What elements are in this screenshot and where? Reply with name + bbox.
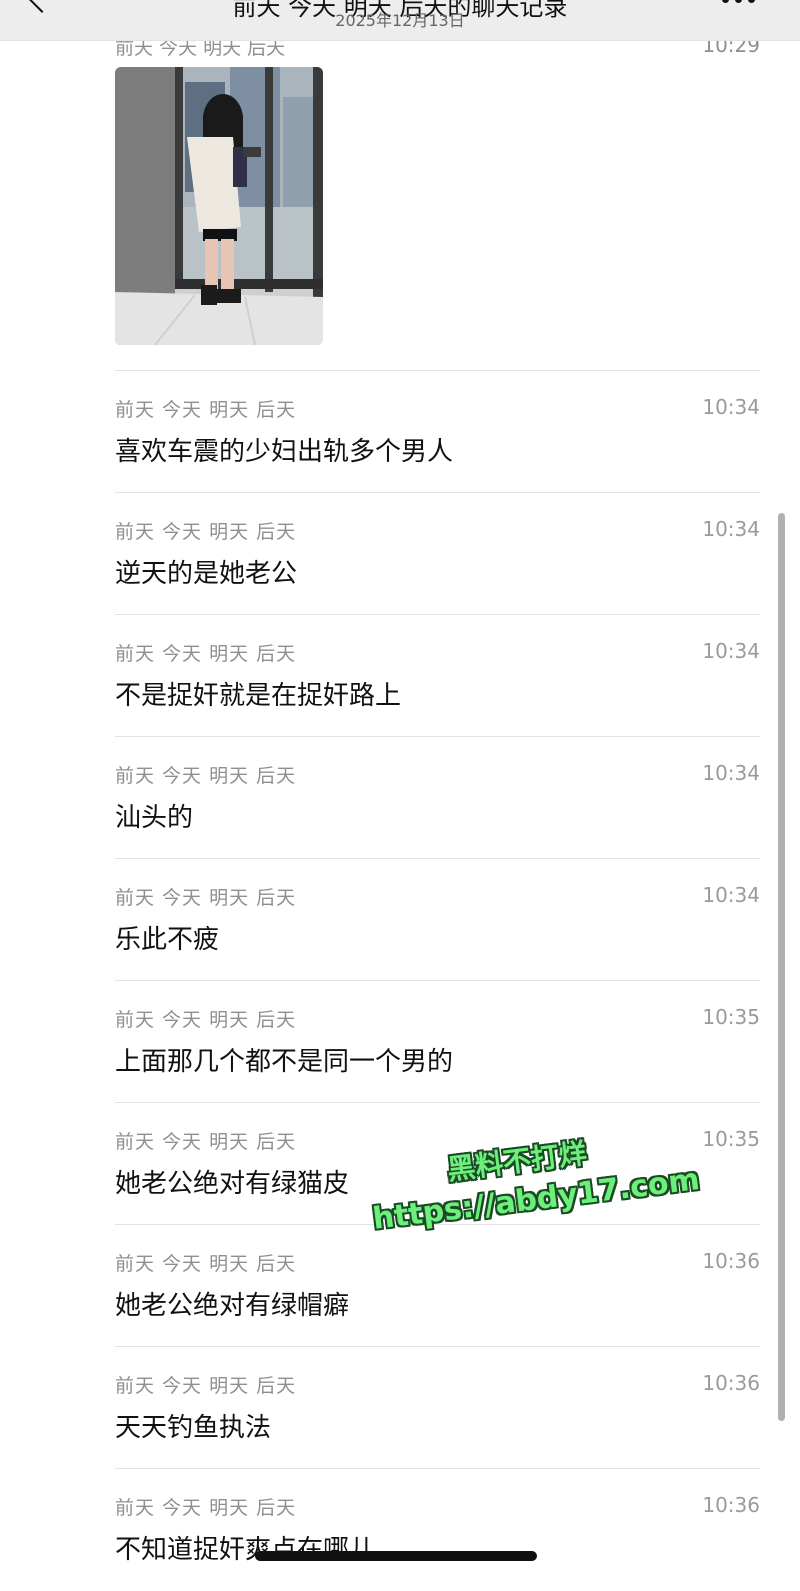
navigation-bar: 前天 今天 明天 后天的聊天记录 2025年12月13日 [0,0,800,41]
message-row[interactable]: 前天 今天 明天 后天 10:35 她老公绝对有绿猫皮 [115,1102,760,1225]
message-time: 10:34 [702,395,760,419]
sender-name: 前天 今天 明天 后天 [115,1253,297,1275]
message-row[interactable]: 前天 今天 明天 后天 10:36 天天钓鱼执法 [115,1346,760,1469]
message-time: 10:36 [702,1493,760,1517]
vertical-scrollbar[interactable] [778,513,785,1421]
page-subtitle-date: 2025年12月13日 [335,11,465,30]
sender-name: 前天 今天 明天 后天 [115,887,297,909]
message-text: 逆天的是她老公 [115,559,298,589]
message-row[interactable]: 前天 今天 明天 后天 10:34 汕头的 [115,736,760,859]
message-row[interactable]: 前天 今天 明天 后天 10:34 喜欢车震的少妇出轨多个男人 [115,370,760,493]
sender-name: 前天 今天 明天 后天 [115,1497,297,1519]
message-time: 10:36 [702,1371,760,1395]
sender-name: 前天 今天 明天 后天 [115,643,297,665]
message-text: 她老公绝对有绿猫皮 [115,1169,350,1199]
message-time: 10:36 [702,1249,760,1273]
message-row[interactable]: 前天 今天 明天 后天 10:36 她老公绝对有绿帽癖 [115,1224,760,1347]
message-text: 上面那几个都不是同一个男的 [115,1047,454,1077]
message-time: 10:34 [702,517,760,541]
sender-name: 前天 今天 明天 后天 [115,399,297,421]
message-time: 10:35 [702,1005,760,1029]
message-row[interactable]: 前天 今天 明天 后天 10:35 上面那几个都不是同一个男的 [115,980,760,1103]
message-text: 喜欢车震的少妇出轨多个男人 [115,437,454,467]
message-time: 10:34 [702,761,760,785]
message-text: 天天钓鱼执法 [115,1413,272,1443]
message-time: 10:34 [702,639,760,663]
sender-name: 前天 今天 明天 后天 [115,1009,297,1031]
message-time: 10:35 [702,1127,760,1151]
chat-history-list[interactable]: 前天 今天 明天 后天 10:29 前天 今天 明天 后天 10:34 喜欢车震… [0,0,800,1590]
message-text: 乐此不疲 [115,925,220,955]
message-photo[interactable] [115,67,323,345]
message-row[interactable]: 前天 今天 明天 后天 10:34 逆天的是她老公 [115,492,760,615]
message-text: 不是捉奸就是在捉奸路上 [115,681,402,711]
message-row[interactable]: 前天 今天 明天 后天 10:34 不是捉奸就是在捉奸路上 [115,614,760,737]
sender-name: 前天 今天 明天 后天 [115,1375,297,1397]
message-time: 10:34 [702,883,760,907]
sender-name: 前天 今天 明天 后天 [115,521,297,543]
message-row[interactable]: 前天 今天 明天 后天 10:36 不知道捉奸爽点在哪儿 [115,1468,760,1591]
message-row[interactable]: 前天 今天 明天 后天 10:34 乐此不疲 [115,858,760,981]
photo-image [115,67,323,345]
home-indicator[interactable] [255,1551,537,1561]
sender-name: 前天 今天 明天 后天 [115,1131,297,1153]
sender-name: 前天 今天 明天 后天 [115,765,297,787]
message-text: 她老公绝对有绿帽癖 [115,1291,350,1321]
message-text: 汕头的 [115,803,194,833]
more-dots-icon[interactable] [722,0,758,6]
